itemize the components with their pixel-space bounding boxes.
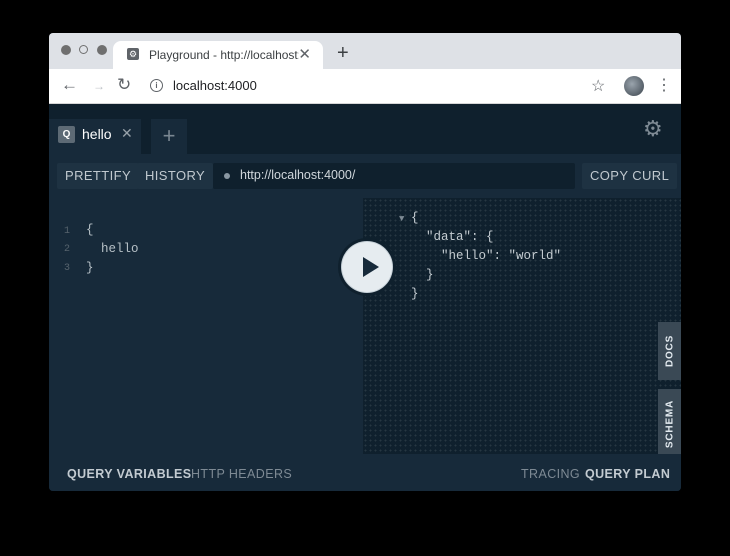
result-line: "hello": "world" [411,249,562,263]
new-tab-button[interactable]: + [337,42,349,65]
result-line: } [411,287,419,301]
query-variables-tab[interactable]: QUERY VARIABLES [67,467,192,481]
reload-icon[interactable]: ↻ [117,75,131,95]
query-plan-tab[interactable]: QUERY PLAN [585,467,670,481]
http-headers-tab[interactable]: HTTP HEADERS [191,467,292,481]
bottom-bar: QUERY VARIABLES HTTP HEADERS TRACING QUE… [49,454,681,491]
line-number: 2 [64,244,71,255]
status-dot-icon [224,173,230,179]
browser-window: ⚙ Playground - http://localhost:4: ✕ + ←… [49,33,681,491]
query-tab-name: hello [82,126,112,142]
endpoint-input[interactable]: http://localhost:4000/ [213,163,575,189]
address-bar: ← → ↻ i localhost:4000 ☆ ⋮ [49,69,681,104]
add-tab-button[interactable]: + [151,119,187,154]
playground: Q hello ✕ + ⚙ PRETTIFY HISTORY http://lo… [49,104,681,491]
close-window-button[interactable] [61,45,71,55]
tracing-tab[interactable]: TRACING [521,467,580,481]
forward-arrow-icon[interactable]: → [93,79,105,93]
maximize-window-button[interactable] [97,45,107,55]
line-number: 1 [64,226,71,237]
result-line: "data": { [411,230,494,244]
query-tabs: Q hello ✕ + ⚙ [49,104,681,154]
code-line: { [86,223,94,237]
browser-tab-title: Playground - http://localhost:4: [149,48,299,62]
back-arrow-icon[interactable]: ← [61,75,78,95]
query-tab-hello[interactable]: Q hello ✕ [49,119,141,154]
result-pane: ▼ { "data": { "hello": "world" } } [363,198,681,454]
copy-curl-button[interactable]: COPY CURL [582,163,678,189]
code-line: } [86,261,94,275]
play-icon [363,257,379,277]
close-tab-icon[interactable]: ✕ [298,45,311,63]
query-editor[interactable]: 1 2 3 { hello } [49,198,363,454]
query-badge: Q [58,126,75,143]
toolbar: PRETTIFY HISTORY http://localhost:4000/ … [49,154,681,198]
browser-tab[interactable]: ⚙ Playground - http://localhost:4: ✕ [113,41,323,69]
docs-tab[interactable]: DOCS [658,322,681,380]
result-line: } [411,268,434,282]
endpoint-url: http://localhost:4000/ [240,168,356,182]
execute-query-button[interactable] [338,238,396,296]
minimize-window-button[interactable] [79,45,88,54]
history-button[interactable]: HISTORY [137,163,214,189]
result-line: { [411,211,419,225]
settings-gear-icon[interactable]: ⚙ [643,116,663,142]
schema-tab-label: SCHEMA [664,399,675,449]
schema-tab[interactable]: SCHEMA [658,389,681,459]
url-field[interactable]: localhost:4000 [173,78,257,93]
docs-tab-label: DOCS [664,334,675,368]
avatar[interactable] [624,76,644,96]
close-query-tab-icon[interactable]: ✕ [121,125,133,142]
browser-tab-bar: ⚙ Playground - http://localhost:4: ✕ + [49,33,681,69]
gear-icon: ⚙ [127,48,139,60]
prettify-button[interactable]: PRETTIFY [57,163,140,189]
play-button-face [342,242,392,292]
info-icon[interactable]: i [150,79,163,92]
more-menu-icon[interactable]: ⋮ [656,75,672,95]
line-number: 3 [64,263,71,274]
code-line: hello [86,242,139,256]
star-icon[interactable]: ☆ [591,76,605,96]
collapse-arrow-icon[interactable]: ▼ [399,214,404,224]
